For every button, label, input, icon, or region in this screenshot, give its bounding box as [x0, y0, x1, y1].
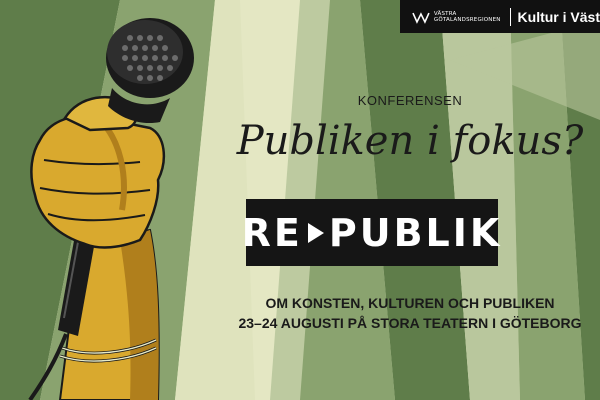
wordmark-right: PUBLIK: [328, 210, 503, 255]
hand-microphone-illustration: [28, 18, 194, 400]
republik-wordmark: RE PUBLIK: [242, 199, 499, 266]
logo-separator: [509, 7, 511, 26]
organization-name: VÄSTRA GÖTALANDSREGIONEN: [433, 10, 501, 23]
wordmark-left: RE: [241, 210, 303, 255]
play-arrow-icon: [307, 222, 324, 243]
headline-title: Publiken i fokus?: [236, 118, 584, 164]
logo-bar: VÄSTRA GÖTALANDSREGIONEN Kultur i Väst: [400, 0, 600, 33]
brand-name: Kultur i Väst: [517, 8, 600, 25]
region-logo-icon: [412, 11, 430, 24]
subtitle-line-1: OM KONSTEN, KULTUREN OCH PUBLIKEN: [265, 295, 555, 311]
kicker-text: KONFERENSEN: [357, 93, 463, 108]
subtitle-line-2: 23–24 AUGUSTI PÅ STORA TEATERN I GÖTEBOR…: [238, 315, 582, 331]
